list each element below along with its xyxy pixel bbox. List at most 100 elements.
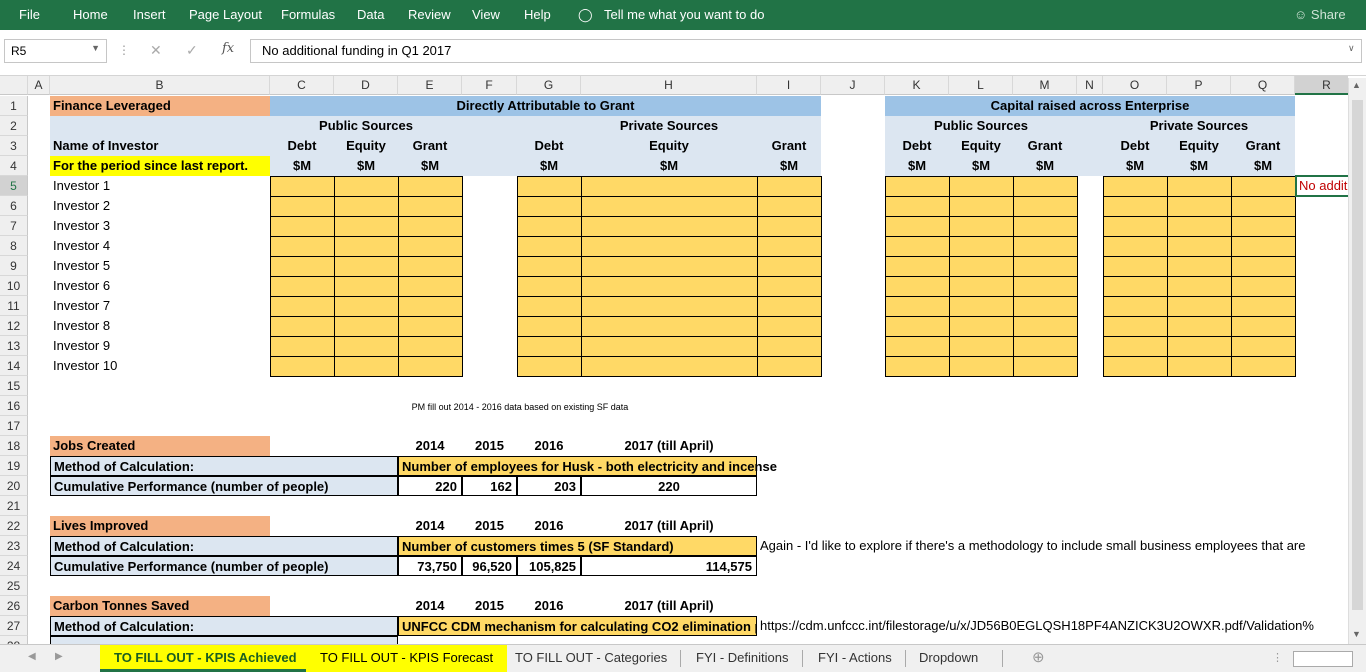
investor-amount-cell[interactable]	[581, 276, 758, 297]
investor-amount-cell[interactable]	[885, 336, 950, 357]
row-header[interactable]: 19	[0, 456, 28, 476]
investor-amount-cell[interactable]	[885, 236, 950, 257]
cancel-icon[interactable]: ✕	[150, 42, 162, 59]
tab-kpis-forecast[interactable]: TO FILL OUT - KPIS Forecast	[306, 645, 508, 672]
equity-label[interactable]: Equity	[334, 136, 398, 156]
investor-amount-cell[interactable]	[1013, 276, 1078, 297]
chevron-down-icon[interactable]: ▼	[91, 43, 100, 53]
year-2016[interactable]: 2016	[517, 436, 581, 456]
investor-amount-cell[interactable]	[581, 356, 758, 377]
row-header[interactable]: 15	[0, 376, 28, 396]
pm-note[interactable]: PM fill out 2014 - 2016 data based on ex…	[380, 396, 660, 416]
year-2016[interactable]: 2016	[517, 516, 581, 536]
horizontal-scrollbar[interactable]	[1293, 651, 1353, 667]
row-header[interactable]: 12	[0, 316, 28, 336]
investor-amount-cell[interactable]	[334, 336, 399, 357]
investor-amount-cell[interactable]	[885, 256, 950, 277]
investor-amount-cell[interactable]	[581, 216, 758, 237]
investor-amount-cell[interactable]	[398, 336, 463, 357]
scroll-up-icon[interactable]: ▲	[1352, 80, 1361, 90]
grant-label[interactable]: Grant	[757, 136, 821, 156]
menu-insert[interactable]: Insert	[133, 7, 166, 22]
row-header[interactable]: 26	[0, 596, 28, 616]
menu-help[interactable]: Help	[524, 7, 551, 22]
public-sources-label[interactable]: Public Sources	[270, 116, 462, 136]
prev-sheet-icon[interactable]: ◀	[28, 651, 36, 662]
investor-amount-cell[interactable]	[885, 196, 950, 217]
year-2014[interactable]: 2014	[398, 596, 462, 616]
col-header-b[interactable]: B	[50, 76, 270, 95]
tab-actions[interactable]: FYI - Actions	[804, 645, 906, 672]
col-header-r[interactable]: R	[1295, 76, 1348, 95]
investor-amount-cell[interactable]	[1167, 296, 1232, 317]
investor-amount-cell[interactable]	[334, 256, 399, 277]
investor-amount-cell[interactable]	[517, 296, 582, 317]
year-2015[interactable]: 2015	[462, 516, 517, 536]
investor-amount-cell[interactable]	[270, 336, 335, 357]
add-sheet-icon[interactable]: ⊕	[1032, 648, 1045, 666]
scroll-down-icon[interactable]: ▼	[1352, 629, 1361, 639]
investor-amount-cell[interactable]	[1103, 256, 1168, 277]
investor-amount-cell[interactable]	[334, 316, 399, 337]
col-header-f[interactable]: F	[462, 76, 517, 95]
investor-amount-cell[interactable]	[517, 336, 582, 357]
investor-name[interactable]: Investor 6	[50, 276, 270, 296]
col-header-j[interactable]: J	[821, 76, 885, 95]
equity-label[interactable]: Equity	[581, 136, 757, 156]
unit-label[interactable]: $M	[1013, 156, 1077, 176]
investor-amount-cell[interactable]	[581, 236, 758, 257]
col-header-o[interactable]: O	[1103, 76, 1167, 95]
formula-input[interactable]: No additional funding in Q1 2017	[250, 39, 1362, 63]
grant-label[interactable]: Grant	[398, 136, 462, 156]
equity-label[interactable]: Equity	[1167, 136, 1231, 156]
col-header-a[interactable]: A	[28, 76, 50, 95]
investor-amount-cell[interactable]	[517, 256, 582, 277]
unit-label[interactable]: $M	[885, 156, 949, 176]
finance-leveraged-title[interactable]: Finance Leveraged	[50, 96, 270, 116]
col-header-k[interactable]: K	[885, 76, 949, 95]
row-header[interactable]: 8	[0, 236, 28, 256]
investor-amount-cell[interactable]	[517, 316, 582, 337]
investor-amount-cell[interactable]	[517, 216, 582, 237]
investor-amount-cell[interactable]	[757, 276, 822, 297]
investor-amount-cell[interactable]	[1167, 316, 1232, 337]
investor-amount-cell[interactable]	[1013, 336, 1078, 357]
investor-amount-cell[interactable]	[334, 236, 399, 257]
function-icon[interactable]: fx	[222, 41, 234, 56]
row-header[interactable]: 14	[0, 356, 28, 376]
name-box[interactable]: R5 ▼	[4, 39, 107, 63]
lives-method-value[interactable]: Number of customers times 5 (SF Standard…	[398, 536, 757, 556]
investor-amount-cell[interactable]	[1103, 296, 1168, 317]
row-header[interactable]: 20	[0, 476, 28, 496]
investor-amount-cell[interactable]	[757, 196, 822, 217]
investor-amount-cell[interactable]	[581, 316, 758, 337]
investor-amount-cell[interactable]	[1013, 236, 1078, 257]
investor-amount-cell[interactable]	[1231, 276, 1296, 297]
method-label[interactable]: Method of Calculation:	[50, 456, 398, 476]
investor-amount-cell[interactable]	[270, 216, 335, 237]
row-header[interactable]: 13	[0, 336, 28, 356]
investor-amount-cell[interactable]	[270, 276, 335, 297]
investor-amount-cell[interactable]	[885, 316, 950, 337]
investor-amount-cell[interactable]	[949, 236, 1014, 257]
selected-cell-r5[interactable]: No additional funding in Q1 2017	[1295, 175, 1348, 197]
year-2014[interactable]: 2014	[398, 516, 462, 536]
investor-amount-cell[interactable]	[334, 276, 399, 297]
investor-amount-cell[interactable]	[757, 256, 822, 277]
lives-value-2014[interactable]: 73,750	[398, 556, 462, 576]
blank-header-cell[interactable]	[50, 116, 270, 136]
lives-note[interactable]: Again - I'd like to explore if there's a…	[757, 536, 1347, 556]
col-header-i[interactable]: I	[757, 76, 821, 95]
row-header[interactable]: 22	[0, 516, 28, 536]
investor-amount-cell[interactable]	[1167, 216, 1232, 237]
jobs-value-2014[interactable]: 220	[398, 476, 462, 496]
investor-amount-cell[interactable]	[1013, 256, 1078, 277]
unit-label[interactable]: $M	[270, 156, 334, 176]
investor-amount-cell[interactable]	[398, 216, 463, 237]
investor-amount-cell[interactable]	[517, 356, 582, 377]
col-header-p[interactable]: P	[1167, 76, 1231, 95]
investor-amount-cell[interactable]	[1103, 356, 1168, 377]
investor-amount-cell[interactable]	[1103, 196, 1168, 217]
investor-amount-cell[interactable]	[1013, 196, 1078, 217]
year-2015[interactable]: 2015	[462, 436, 517, 456]
